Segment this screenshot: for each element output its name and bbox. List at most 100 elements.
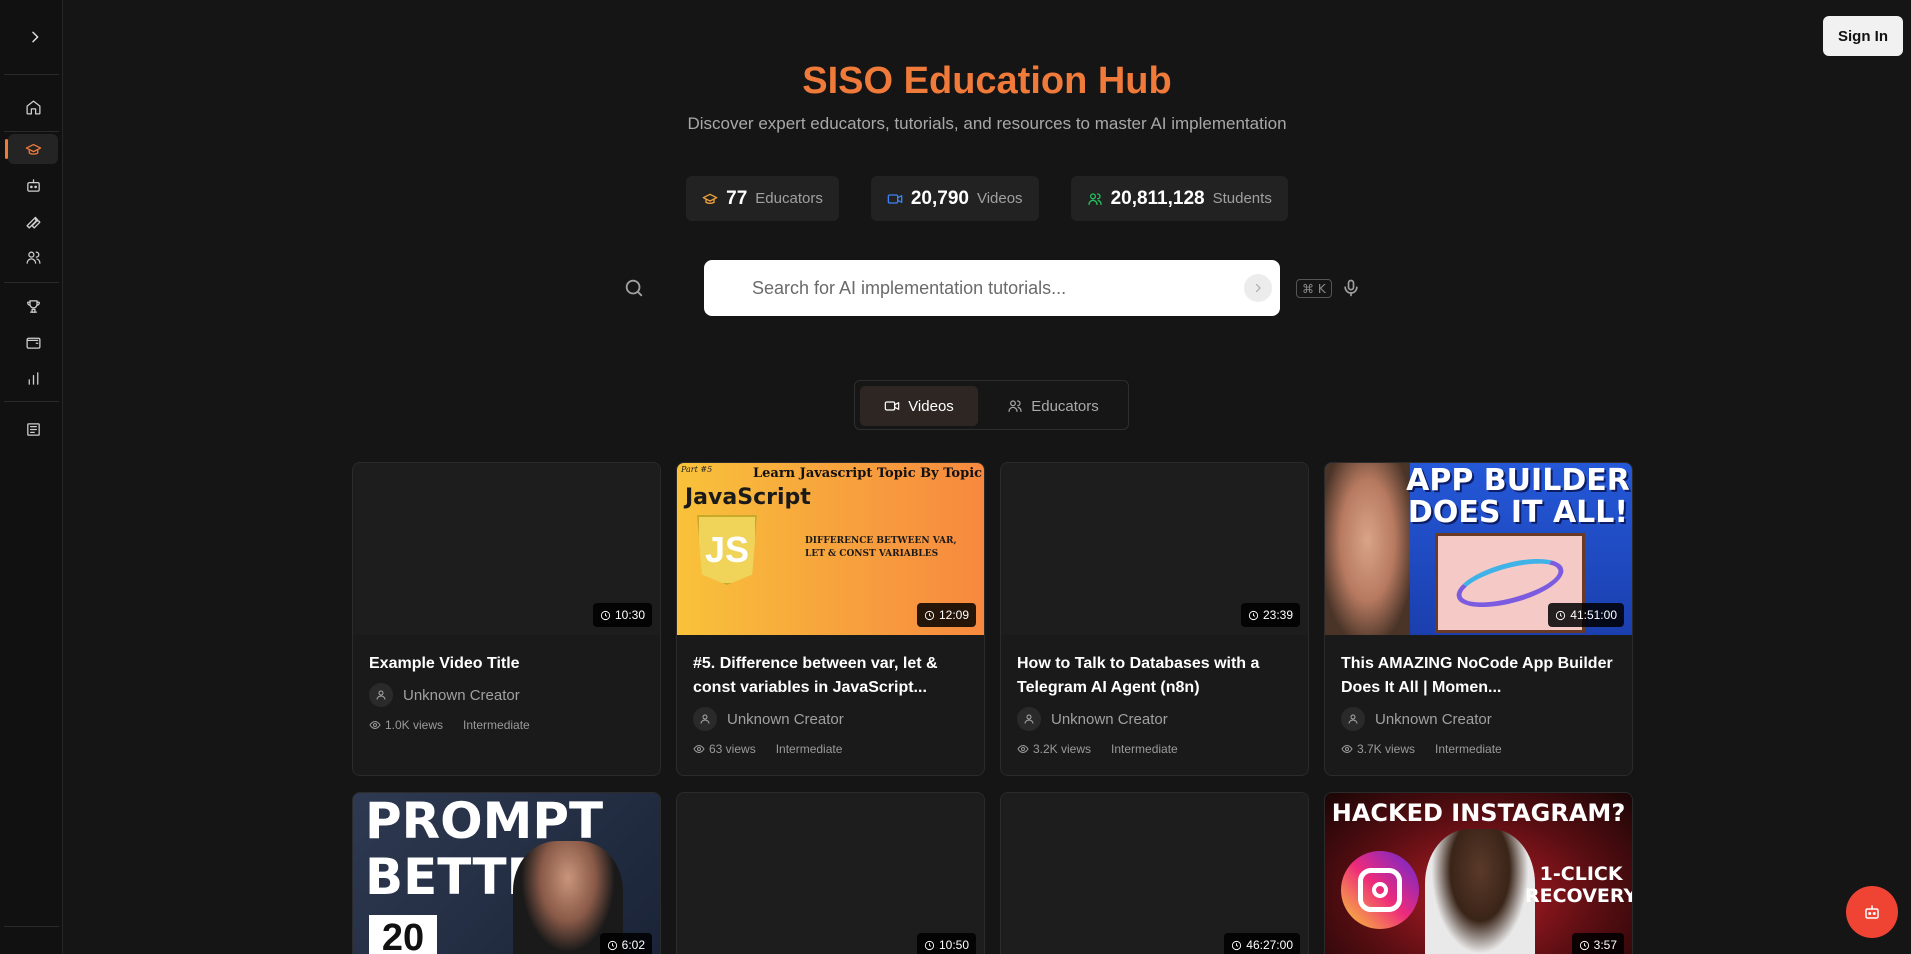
sidebar-item-home[interactable] [8, 92, 58, 122]
video-thumbnail: 10:30 [353, 463, 660, 635]
level-badge: Intermediate [1435, 742, 1502, 756]
search-box [704, 260, 1280, 316]
video-card[interactable]: 23:39 How to Talk to Databases with a Te… [1000, 462, 1309, 776]
stats-bar: 77 Educators 20,790 Videos 20,811,128 St… [63, 176, 1911, 221]
sidebar-item-community[interactable] [8, 242, 58, 272]
sidebar-toggle-button[interactable] [20, 22, 50, 52]
tab-videos[interactable]: Videos [860, 386, 978, 426]
duration-text: 46:27:00 [1246, 938, 1293, 952]
video-thumbnail: APP BUILDER DOES IT ALL! 41:51:00 [1325, 463, 1632, 635]
avatar [369, 683, 393, 707]
duration-badge: 10:30 [592, 603, 652, 627]
bar-chart-icon [28, 371, 38, 385]
page-subtitle: Discover expert educators, tutorials, an… [687, 114, 1287, 133]
thumbnail-text: Part #5 [681, 465, 713, 474]
sidebar-divider [4, 74, 59, 75]
video-card[interactable]: HACKED INSTAGRAM? 1-CLICK RECOVERY 3:57 [1324, 792, 1633, 954]
video-card[interactable]: 10:50 [676, 792, 985, 954]
video-card[interactable]: PROMPT BETTER 20 6:02 [352, 792, 661, 954]
stat-videos: 20,790 Videos [870, 176, 1039, 221]
video-meta: 3.7K views Intermediate [1341, 740, 1502, 758]
level-badge: Intermediate [775, 742, 843, 756]
user-icon [1348, 714, 1358, 724]
sidebar-divider [4, 282, 59, 283]
users-icon [25, 251, 41, 264]
stat-label: Videos [976, 190, 1023, 207]
sidebar-item-wallet[interactable] [8, 327, 58, 357]
thumbnail-text: 20 [369, 915, 437, 954]
clock-icon [1579, 940, 1589, 950]
eye-icon [369, 720, 381, 730]
duration-badge: 23:39 [1240, 603, 1300, 627]
video-card[interactable]: 46:27:00 [1000, 792, 1309, 954]
creator-name: Unknown Creator [1375, 710, 1492, 728]
user-icon [700, 714, 710, 724]
content-tabs: Videos Educators [854, 380, 1129, 430]
video-title[interactable]: This AMAZING NoCode App Builder Does It … [1341, 652, 1616, 700]
thumbnail-line: DOES IT ALL! [1407, 495, 1629, 530]
search-submit-button[interactable] [1244, 274, 1272, 302]
thumbnail-text: DIFFERENCE BETWEEN VAR, LET & CONST VARIA… [805, 535, 957, 561]
clock-icon [1556, 610, 1566, 620]
duration-text: 23:39 [1262, 608, 1293, 622]
video-creator[interactable]: Unknown Creator [693, 707, 844, 731]
video-thumbnail: HACKED INSTAGRAM? 1-CLICK RECOVERY 3:57 [1325, 793, 1632, 954]
duration-text: 6:02 [621, 938, 645, 952]
duration-text: 12:09 [938, 608, 969, 622]
user-icon [376, 690, 386, 700]
tab-educators[interactable]: Educators [993, 386, 1113, 426]
sidebar-item-bot[interactable] [8, 170, 58, 200]
sign-in-button[interactable]: Sign In [1823, 16, 1903, 56]
keyboard-shortcut-hint: ⌘ K [1296, 279, 1332, 298]
video-card[interactable]: APP BUILDER DOES IT ALL! 41:51:00 This AM… [1324, 462, 1633, 776]
thumbnail-line: 1-CLICK [1539, 863, 1623, 885]
avatar [693, 707, 717, 731]
sidebar [0, 0, 63, 954]
creator-name: Unknown Creator [403, 686, 520, 704]
video-icon [884, 401, 900, 411]
video-title[interactable]: Example Video Title [369, 652, 644, 676]
sidebar-item-education[interactable] [5, 134, 58, 164]
duration-text: 10:50 [938, 938, 969, 952]
video-icon [887, 193, 903, 204]
clock-icon [600, 610, 611, 620]
sidebar-divider [4, 401, 59, 402]
creator-name: Unknown Creator [1051, 710, 1168, 728]
level-badge: Intermediate [1111, 742, 1178, 756]
video-thumbnail: PROMPT BETTER 20 6:02 [353, 793, 660, 954]
duration-badge: 6:02 [599, 933, 652, 954]
presenter-face [1325, 463, 1410, 635]
thumbnail-text: PROMPT [365, 793, 604, 850]
video-thumbnail: Part #5 Learn Javascript Topic By Topic … [677, 463, 984, 635]
stat-label: Students [1212, 190, 1272, 207]
sidebar-item-tools[interactable] [8, 206, 58, 236]
trophy-icon [26, 299, 40, 313]
stat-value: 20,811,128 [1110, 187, 1205, 209]
javascript-logo: JS [697, 515, 757, 585]
video-creator[interactable]: Unknown Creator [369, 683, 520, 707]
clock-icon [924, 610, 935, 620]
video-creator[interactable]: Unknown Creator [1341, 707, 1492, 731]
video-meta: 3.2K views Intermediate [1017, 740, 1178, 758]
avatar [1017, 707, 1041, 731]
microphone-icon[interactable] [1341, 278, 1361, 298]
video-creator[interactable]: Unknown Creator [1017, 707, 1168, 731]
sidebar-item-analytics[interactable] [8, 363, 58, 393]
users-icon [1008, 400, 1022, 412]
video-card[interactable]: Part #5 Learn Javascript Topic By Topic … [676, 462, 985, 776]
search-icon [625, 279, 643, 297]
thumbnail-text: 1-CLICK RECOVERY [1525, 863, 1632, 907]
duration-badge: 12:09 [916, 603, 976, 627]
video-card[interactable]: 10:30 Example Video Title Unknown Creato… [352, 462, 661, 776]
instagram-logo-icon [1341, 851, 1419, 929]
assistant-chat-button[interactable] [1846, 886, 1898, 938]
view-count: 3.2K views [1017, 742, 1091, 756]
thumbnail-text: JS [704, 529, 750, 570]
video-title[interactable]: #5. Difference between var, let & const … [693, 652, 968, 700]
sidebar-item-news[interactable] [8, 414, 58, 444]
search-input[interactable] [752, 260, 1222, 316]
sidebar-item-leaderboard[interactable] [8, 291, 58, 321]
video-title[interactable]: How to Talk to Databases with a Telegram… [1017, 652, 1292, 700]
level-badge: Intermediate [463, 718, 530, 732]
clock-icon [924, 940, 935, 950]
